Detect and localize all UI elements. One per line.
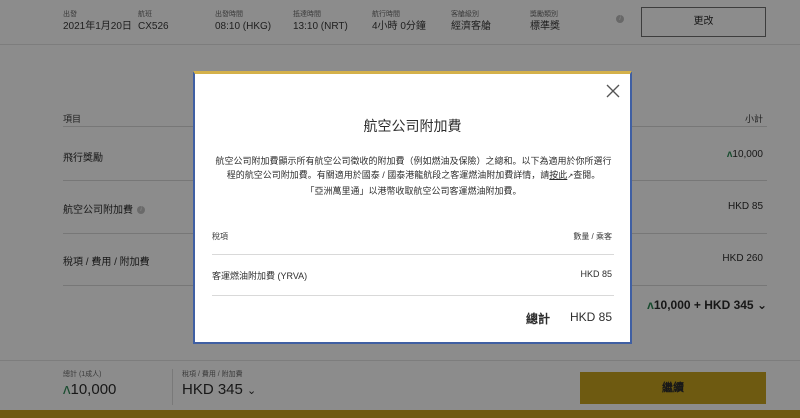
modal-total-value: HKD 85: [569, 310, 612, 324]
divider: [212, 295, 614, 296]
close-icon[interactable]: [606, 84, 620, 98]
divider: [212, 254, 614, 255]
col-qty-header: 數量 / 乘客: [573, 232, 612, 241]
col-tax-header: 稅項: [212, 232, 228, 241]
modal-description: 航空公司附加費顯示所有航空公司徵收的附加費（例如燃油及保險）之總和。以下為適用於…: [214, 154, 613, 198]
surcharge-row-value: HKD 85: [580, 269, 612, 279]
surcharge-row-label: 客運燃油附加費 (YRVA): [212, 271, 308, 281]
modal-title: 航空公司附加費: [363, 118, 462, 134]
description-text: 查閱。: [573, 170, 601, 180]
description-note: 「亞洲萬里通」以港幣收取航空公司客運燃油附加費。: [305, 186, 522, 196]
modal-total-label: 總計: [526, 312, 551, 326]
surcharge-modal: 航空公司附加費 航空公司附加費顯示所有航空公司徵收的附加費（例如燃油及保險）之總…: [193, 71, 632, 344]
click-here-link[interactable]: 按此: [549, 170, 567, 180]
